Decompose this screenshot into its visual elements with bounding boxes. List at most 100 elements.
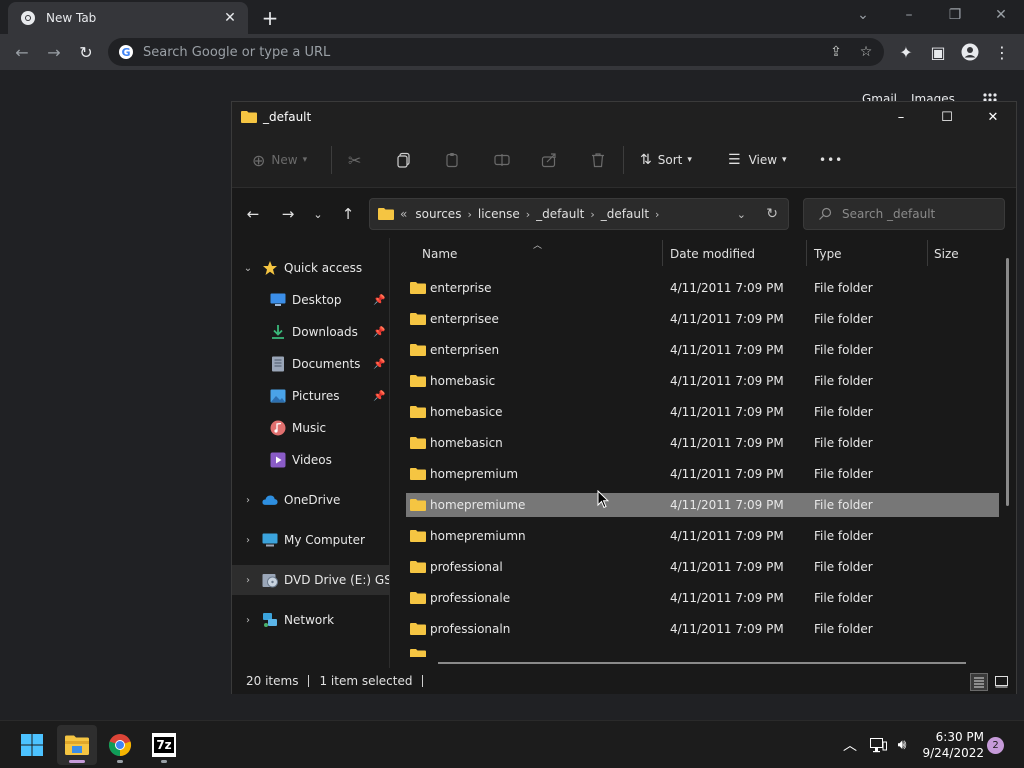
table-row[interactable]: [406, 643, 999, 657]
omnibox[interactable]: G Search Google or type a URL ⇪ ☆: [108, 38, 884, 66]
paste-icon[interactable]: [444, 148, 460, 172]
breadcrumb-license[interactable]: license: [478, 207, 520, 221]
explorer-close-icon[interactable]: ✕: [970, 102, 1016, 132]
breadcrumb-default-2[interactable]: _default: [601, 207, 649, 221]
rename-icon[interactable]: [494, 148, 510, 172]
nav-pictures[interactable]: Pictures 📌: [232, 381, 389, 411]
taskbar-chrome[interactable]: [100, 725, 140, 765]
back-icon[interactable]: ←: [10, 40, 34, 64]
explorer-minimize-icon[interactable]: –: [878, 102, 924, 132]
explorer-maximize-icon[interactable]: ☐: [924, 102, 970, 132]
pin-icon[interactable]: 📌: [373, 359, 385, 370]
forward-icon[interactable]: →: [42, 40, 66, 64]
chevron-right-icon[interactable]: ›: [526, 208, 530, 221]
table-row[interactable]: enterprisee 4/11/2011 7:09 PM File folder: [406, 307, 999, 331]
table-row[interactable]: professionale 4/11/2011 7:09 PM File folde…: [406, 586, 999, 610]
chevron-right-icon[interactable]: ›: [655, 208, 659, 221]
chevron-right-icon[interactable]: ›: [242, 575, 254, 586]
horizontal-scrollbar[interactable]: [438, 662, 966, 664]
reload-icon[interactable]: ↻: [74, 40, 98, 64]
explorer-titlebar[interactable]: _default – ☐ ✕: [232, 102, 1016, 132]
nav-onedrive[interactable]: › OneDrive: [232, 485, 389, 515]
nav-network[interactable]: › Network: [232, 605, 389, 635]
recent-locations-icon[interactable]: ⌄: [306, 202, 330, 226]
table-row[interactable]: enterprise 4/11/2011 7:09 PM File folder: [406, 276, 999, 300]
nav-my-computer[interactable]: › My Computer: [232, 525, 389, 555]
volume-icon[interactable]: 🔊︎: [892, 735, 912, 755]
tab-close-icon[interactable]: ✕: [220, 8, 240, 28]
chrome-menu-icon[interactable]: ⋮: [990, 40, 1014, 64]
nav-downloads[interactable]: Downloads 📌: [232, 317, 389, 347]
chevron-right-icon[interactable]: ›: [242, 615, 254, 626]
notification-badge[interactable]: 2: [987, 737, 1004, 754]
share-icon[interactable]: ⇪: [824, 40, 848, 64]
pin-icon[interactable]: 📌: [373, 391, 385, 402]
column-name[interactable]: Name: [422, 238, 457, 270]
network-status-icon[interactable]: [868, 735, 888, 755]
column-date-modified[interactable]: Date modified: [670, 238, 755, 270]
table-row[interactable]: enterprisen 4/11/2011 7:09 PM File folder: [406, 338, 999, 362]
show-hidden-icons-chevron-icon[interactable]: ︿: [840, 735, 860, 755]
table-row[interactable]: homebasice 4/11/2011 7:09 PM File folder: [406, 400, 999, 424]
sort-button[interactable]: ⇅ Sort ▾: [640, 148, 692, 172]
bookmark-star-icon[interactable]: ☆: [854, 40, 878, 64]
view-button[interactable]: ☰ View ▾: [728, 148, 787, 172]
new-button[interactable]: ⊕ New ▾: [252, 148, 307, 172]
tiles-view-icon[interactable]: [992, 673, 1010, 691]
chevron-right-icon[interactable]: ›: [467, 208, 471, 221]
copy-icon[interactable]: [396, 148, 412, 172]
nav-videos[interactable]: Videos: [232, 445, 389, 475]
system-clock[interactable]: 6:30 PM 9/24/2022: [912, 729, 984, 761]
new-tab-button[interactable]: +: [258, 6, 282, 30]
breadcrumb-default-1[interactable]: _default: [536, 207, 584, 221]
cut-icon[interactable]: ✂: [348, 148, 361, 172]
nav-dvd-drive[interactable]: › DVD Drive (E:) GSP1R: [232, 565, 389, 595]
details-view-icon[interactable]: [970, 673, 988, 691]
breadcrumb-overflow[interactable]: «: [400, 207, 407, 221]
table-row[interactable]: homepremiume 4/11/2011 7:09 PM File folder: [406, 493, 999, 517]
tab-search-icon[interactable]: ⌄: [848, 2, 878, 28]
nav-music[interactable]: Music: [232, 413, 389, 443]
address-breadcrumb[interactable]: « sources › license › _default › _defaul…: [369, 198, 789, 230]
vertical-scrollbar[interactable]: [1006, 258, 1009, 506]
search-input[interactable]: Search _default: [803, 198, 1005, 230]
share-file-icon[interactable]: [541, 148, 557, 172]
close-window-icon[interactable]: ✕: [986, 2, 1016, 28]
nav-documents[interactable]: Documents 📌: [232, 349, 389, 379]
nav-desktop[interactable]: Desktop 📌: [232, 285, 389, 315]
table-row[interactable]: homepremium 4/11/2011 7:09 PM File folder: [406, 462, 999, 486]
file-type: File folder: [814, 591, 873, 605]
explorer-back-icon[interactable]: ←: [241, 202, 265, 226]
taskbar-7zip[interactable]: 7z: [144, 725, 184, 765]
tab-new-tab[interactable]: New Tab ✕: [8, 2, 248, 34]
restore-icon[interactable]: ❐: [940, 2, 970, 28]
chevron-right-icon[interactable]: ›: [590, 208, 594, 221]
file-name: homepremium: [430, 467, 519, 481]
delete-icon[interactable]: [590, 148, 606, 172]
table-row[interactable]: professional 4/11/2011 7:09 PM File folder: [406, 555, 999, 579]
table-row[interactable]: homepremiumn 4/11/2011 7:09 PM File folder: [406, 524, 999, 548]
taskbar-file-explorer[interactable]: [57, 725, 97, 765]
side-panel-icon[interactable]: ▣: [926, 40, 950, 64]
column-size[interactable]: Size: [934, 238, 959, 270]
address-dropdown-icon[interactable]: ⌄: [737, 208, 746, 221]
up-folder-icon[interactable]: ↑: [336, 202, 360, 226]
column-type[interactable]: Type: [814, 238, 842, 270]
chevron-right-icon[interactable]: ›: [242, 495, 254, 506]
pin-icon[interactable]: 📌: [373, 295, 385, 306]
table-row[interactable]: homebasic 4/11/2011 7:09 PM File folder: [406, 369, 999, 393]
start-button[interactable]: [12, 725, 52, 765]
table-row[interactable]: professionaln 4/11/2011 7:09 PM File folde…: [406, 617, 999, 641]
nav-quick-access[interactable]: ⌄ Quick access: [232, 253, 389, 283]
pin-icon[interactable]: 📌: [373, 327, 385, 338]
minimize-icon[interactable]: –: [894, 2, 924, 28]
refresh-icon[interactable]: ↻: [766, 206, 778, 222]
breadcrumb-sources[interactable]: sources: [415, 207, 461, 221]
table-row[interactable]: homebasicn 4/11/2011 7:09 PM File folder: [406, 431, 999, 455]
more-options-icon[interactable]: •••: [819, 148, 843, 172]
chevron-down-icon[interactable]: ⌄: [242, 263, 254, 274]
extensions-icon[interactable]: ✦: [894, 40, 918, 64]
profile-avatar[interactable]: [958, 40, 982, 64]
explorer-forward-icon[interactable]: →: [276, 202, 300, 226]
chevron-right-icon[interactable]: ›: [242, 535, 254, 546]
